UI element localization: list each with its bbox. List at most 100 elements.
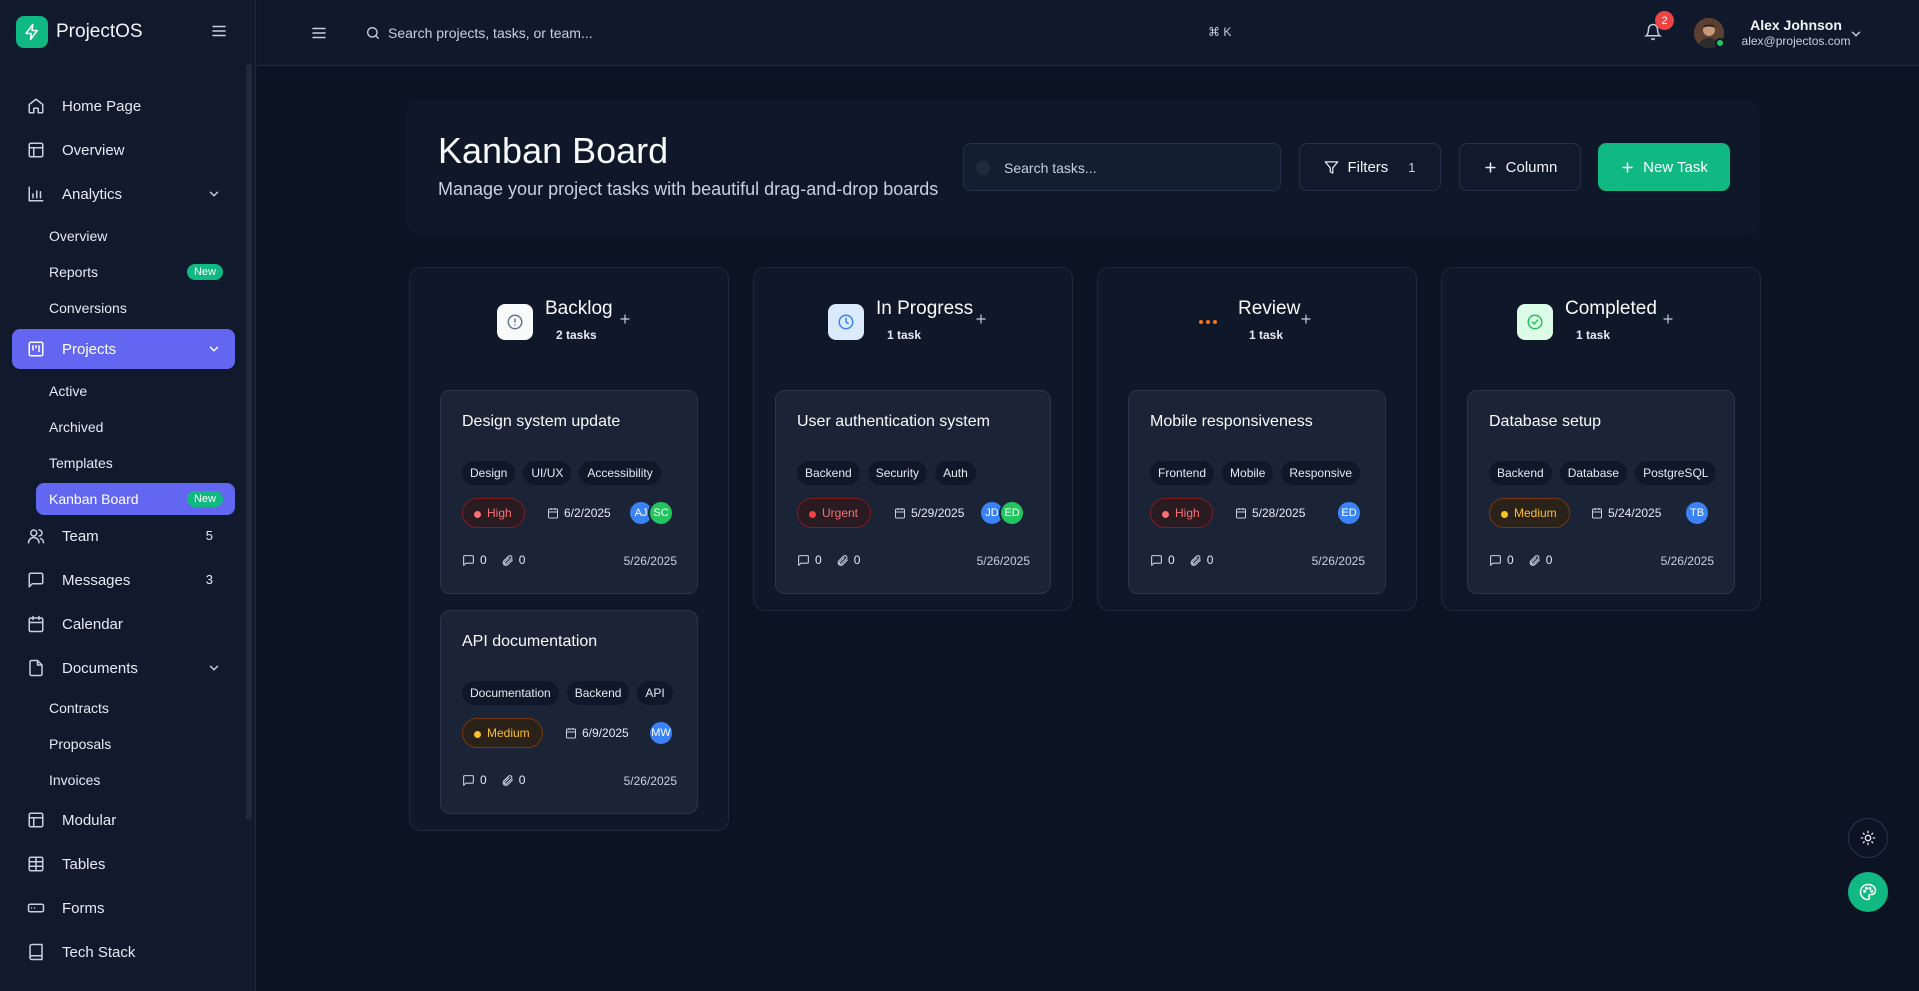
sidebar-item-calendar[interactable]: Calendar: [12, 604, 235, 644]
theme-toggle-button[interactable]: [1848, 818, 1888, 858]
add-column-button[interactable]: Column: [1459, 143, 1581, 191]
assignee-avatar[interactable]: ED: [999, 500, 1025, 526]
alert-circle-icon: [497, 304, 533, 340]
sidebar-item-messages[interactable]: Messages 3: [12, 560, 235, 600]
task-tag: Auth: [935, 461, 976, 485]
calendar-icon: [1591, 507, 1603, 519]
brand-name: ProjectOS: [56, 21, 143, 42]
sidebar-subitem-conversions[interactable]: Conversions: [36, 292, 235, 324]
sidebar-subitem-proposals[interactable]: Proposals: [36, 728, 235, 760]
task-card[interactable]: Database setup Backend Database PostgreS…: [1467, 390, 1735, 594]
sidebar-item-home[interactable]: Home Page: [12, 86, 235, 126]
filters-button[interactable]: Filters 1: [1299, 143, 1441, 191]
task-card[interactable]: User authentication system Backend Secur…: [775, 390, 1051, 594]
chevron-down-icon[interactable]: [207, 342, 221, 356]
task-tag: UI/UX: [523, 461, 572, 485]
sidebar-item-projects[interactable]: Projects: [12, 329, 235, 369]
plus-icon[interactable]: [974, 312, 988, 326]
task-card[interactable]: API documentation Documentation Backend …: [440, 610, 698, 814]
chevron-down-icon[interactable]: [207, 187, 221, 201]
task-meta: 0 0: [462, 553, 525, 567]
task-title: Design system update: [462, 413, 621, 430]
plus-icon[interactable]: [1299, 312, 1313, 326]
task-tags: Design UI/UX Accessibility: [462, 461, 661, 485]
sidebar-subitem-label: Active: [49, 383, 88, 399]
task-search[interactable]: [963, 143, 1281, 191]
sidebar-item-label: Projects: [62, 340, 117, 358]
task-tags: Frontend Mobile Responsive: [1150, 461, 1361, 485]
plus-icon: [1483, 160, 1498, 175]
menu-icon[interactable]: [310, 24, 328, 42]
sidebar-item-tech-stack[interactable]: Tech Stack: [12, 932, 235, 972]
task-tag: Responsive: [1281, 461, 1361, 485]
task-title: Mobile responsiveness: [1150, 413, 1313, 430]
sidebar-item-team[interactable]: Team 5: [12, 516, 235, 556]
sidebar-subitem-label: Overview: [49, 228, 108, 244]
sidebar-subitem-analytics-overview[interactable]: Overview: [36, 220, 235, 252]
lightning-icon: [16, 16, 48, 48]
assignee-avatar[interactable]: MW: [648, 720, 674, 746]
calendar-icon: [565, 727, 577, 739]
column-header: Backlog 2 tasks: [410, 268, 728, 358]
sidebar-item-documents[interactable]: Documents: [12, 648, 235, 688]
sidebar-item-label: Modular: [62, 811, 117, 829]
chevron-down-icon[interactable]: [207, 661, 221, 675]
sidebar-subitem-active[interactable]: Active: [36, 375, 235, 407]
task-tags: Backend Security Auth: [797, 461, 976, 485]
assignee-avatar[interactable]: SC: [648, 500, 674, 526]
sidebar-subitem-invoices[interactable]: Invoices: [36, 764, 235, 796]
comment-count: 0: [1168, 553, 1175, 567]
kanban-column-completed: Completed 1 task Database setup Backend …: [1441, 267, 1761, 611]
sidebar-subitem-contracts[interactable]: Contracts: [36, 692, 235, 724]
global-search-input[interactable]: [388, 20, 988, 46]
sidebar-subitem-kanban-board[interactable]: Kanban Board New: [36, 483, 235, 515]
search-icon: [365, 25, 381, 41]
sidebar-item-tables[interactable]: Tables: [12, 844, 235, 884]
column-header: In Progress 1 task: [754, 268, 1072, 358]
page-title: Kanban Board: [438, 130, 669, 171]
sidebar: ProjectOS Home Page Overview Analytics O…: [0, 0, 256, 991]
user-email: alex@projectos.com: [1741, 34, 1851, 48]
sidebar-subitem-archived[interactable]: Archived: [36, 411, 235, 443]
new-task-button[interactable]: New Task: [1598, 143, 1730, 191]
brand[interactable]: ProjectOS: [16, 16, 143, 48]
task-card[interactable]: Design system update Design UI/UX Access…: [440, 390, 698, 594]
plus-icon[interactable]: [1661, 312, 1675, 326]
priority-badge: High: [462, 498, 525, 528]
sidebar-subitem-reports[interactable]: Reports New: [36, 256, 235, 288]
task-search-input[interactable]: [1004, 157, 1264, 179]
task-card[interactable]: Mobile responsiveness Frontend Mobile Re…: [1128, 390, 1386, 594]
chevron-down-icon[interactable]: [1849, 27, 1863, 41]
column-header: Completed 1 task: [1442, 268, 1760, 358]
task-meta: 0 0: [462, 773, 525, 787]
customize-theme-button[interactable]: [1848, 872, 1888, 912]
created-date: 5/26/2025: [623, 774, 677, 788]
sidebar-item-forms[interactable]: Forms: [12, 888, 235, 928]
due-date-text: 6/2/2025: [564, 506, 611, 520]
attachment-count: 0: [518, 553, 526, 567]
task-tag: Documentation: [462, 681, 559, 705]
attachment-count: 0: [518, 773, 526, 787]
assignee-avatar[interactable]: TB: [1684, 500, 1710, 526]
sidebar-subitem-label: Contracts: [49, 700, 109, 716]
user-name: Alex Johnson: [1750, 17, 1842, 33]
sidebar-item-label: Home Page: [62, 97, 142, 115]
messages-count: 3: [205, 572, 213, 587]
sidebar-subitem-templates[interactable]: Templates: [36, 447, 235, 479]
sidebar-subitem-label: Reports: [49, 264, 99, 280]
sidebar-item-analytics[interactable]: Analytics: [12, 174, 235, 214]
priority-badge: Medium: [1489, 498, 1570, 528]
new-task-label: New Task: [1643, 158, 1708, 176]
sidebar-scrollbar[interactable]: [246, 64, 252, 820]
task-tag: PostgreSQL: [1635, 461, 1717, 485]
sidebar-item-overview[interactable]: Overview: [12, 130, 235, 170]
page-subtitle: Manage your project tasks with beautiful…: [438, 179, 939, 199]
sidebar-subitem-label: Invoices: [49, 772, 101, 788]
sidebar-item-modular[interactable]: Modular: [12, 800, 235, 840]
clock-icon: [828, 304, 864, 340]
column-count: 2 tasks: [556, 328, 597, 342]
sidebar-toggle-icon[interactable]: [210, 22, 228, 40]
message-icon: [27, 571, 45, 589]
assignee-avatar[interactable]: ED: [1336, 500, 1362, 526]
plus-icon[interactable]: [618, 312, 632, 326]
